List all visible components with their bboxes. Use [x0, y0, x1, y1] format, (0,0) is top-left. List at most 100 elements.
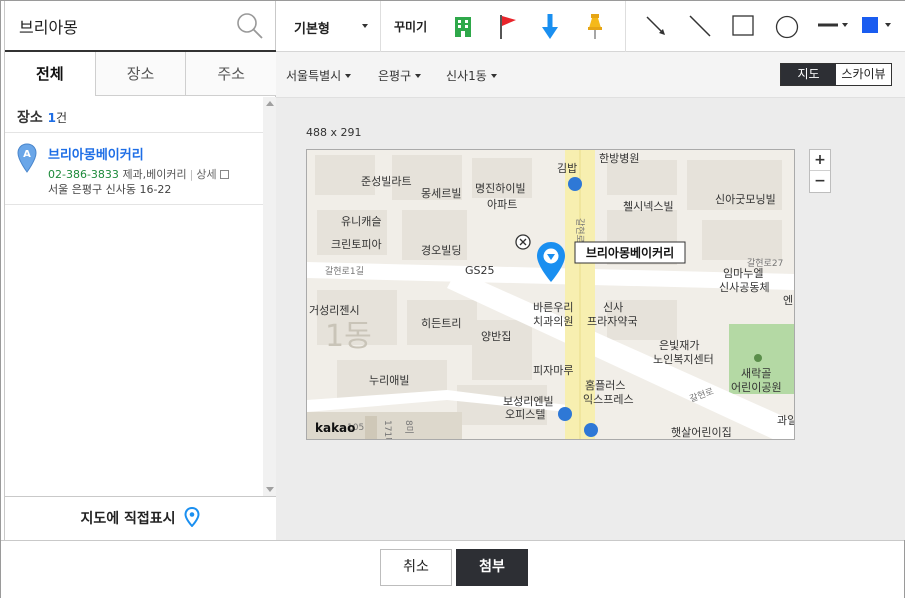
map-label: 오피스텔: [505, 408, 545, 421]
place-label: 브리아몽베이커리: [586, 245, 674, 260]
map-type-skyview[interactable]: 스카이뷰: [836, 64, 891, 85]
map-label: 피자마루: [533, 364, 573, 377]
scroll-down-arrow-icon[interactable]: [266, 487, 274, 492]
map-label: 아파트: [487, 198, 517, 211]
bus-stop-icon: [558, 407, 572, 421]
map-type-toggle: 지도 스카이뷰: [780, 63, 892, 86]
map-label: 누리애빌: [369, 374, 409, 387]
chevron-down-icon: [345, 74, 352, 78]
place-address: 서울 은평구 신사동 16-22: [48, 183, 172, 196]
map-label: 신사: [603, 301, 623, 314]
zoom-in-button[interactable]: +: [810, 150, 830, 171]
map-label: 과일: [777, 413, 795, 427]
place-count-label: 장소: [17, 110, 43, 126]
direct-mark-label: 지도에 직접표시: [80, 511, 176, 527]
external-link-icon[interactable]: [219, 170, 229, 179]
map-label: 김밥: [557, 162, 577, 175]
breadcrumb-district-label: 은평구: [378, 69, 412, 83]
map-label: 몽세르빌: [421, 187, 461, 200]
tab-all[interactable]: 전체: [5, 52, 95, 96]
map-label: 홈플러스: [585, 378, 625, 392]
map-label: 신사공동체: [719, 281, 770, 294]
breadcrumb-district[interactable]: 은평구: [378, 67, 422, 84]
chevron-down-icon[interactable]: [842, 23, 848, 27]
map-canvas[interactable]: 한방병원 김밥 준성빌라트 몽세르빌 명진하이빌 아파트 첼시넥스빌 신아굿모닝…: [306, 149, 795, 440]
map-label: 171미: [382, 420, 393, 440]
building-marker-icon[interactable]: [448, 11, 478, 41]
divider: [625, 1, 626, 52]
breadcrumb-city-label: 서울특별시: [286, 69, 342, 83]
pushpin-marker-icon[interactable]: [580, 11, 610, 41]
zoom-out-button[interactable]: −: [810, 171, 830, 192]
road-label: 갈현로27: [747, 258, 783, 269]
chevron-down-icon[interactable]: [885, 23, 891, 27]
map-type-map[interactable]: 지도: [781, 64, 836, 85]
arrow-line-icon[interactable]: [641, 11, 671, 41]
rectangle-icon[interactable]: [728, 11, 758, 41]
park-icon: [754, 354, 762, 362]
kakao-logo: kakao: [315, 421, 355, 435]
map-label: 거성리젠시: [309, 304, 360, 317]
map-label: 1동: [325, 319, 372, 354]
cancel-button[interactable]: 취소: [380, 549, 452, 586]
attach-button[interactable]: 첨부: [456, 549, 528, 586]
map-label: 유니캐슬: [341, 215, 381, 228]
map-label: 첼시넥스빌: [623, 200, 674, 213]
map-label: 크린토피아: [331, 238, 382, 251]
map-style-select[interactable]: 기본형: [294, 18, 330, 37]
place-detail-link[interactable]: 상세: [196, 168, 216, 181]
flag-marker-icon[interactable]: [492, 11, 522, 41]
map-label: 바른우리: [533, 301, 573, 314]
color-picker-icon[interactable]: [858, 11, 888, 41]
chevron-down-icon[interactable]: [362, 24, 368, 28]
search-input[interactable]: [19, 14, 219, 38]
search-icon[interactable]: [235, 11, 265, 41]
breadcrumb-dong-label: 신사1동: [446, 69, 487, 83]
map-label: 경오빌딩: [421, 244, 461, 257]
list-item[interactable]: A 브리아몽베이커리 02-386-3833 제과,베이커리 | 상세 서울 은평구…: [5, 133, 263, 205]
map-attach-dialog: 전체 장소 주소 장소 1건 A 브리아몽베이커리 02-386-3833 제과…: [0, 0, 905, 598]
tab-address[interactable]: 주소: [185, 52, 277, 96]
map-label: 보성리엔빌: [503, 395, 554, 408]
bus-stop-icon: [584, 423, 598, 437]
map-label: 어린이공원: [731, 381, 782, 394]
decorate-label: 꾸미기: [394, 20, 428, 34]
map-size-label: 488 x 291: [306, 126, 362, 139]
map-label: GS25: [465, 264, 495, 277]
breadcrumb: 서울특별시 은평구 신사1동 지도 스카이뷰: [276, 52, 905, 98]
zoom-control: + −: [809, 149, 831, 193]
chevron-down-icon: [415, 74, 422, 78]
map-workspace: 488 x 291 한방병원 김밥 준성빌라트 몽세르빌 명진하이빌 아파트 첼…: [276, 98, 905, 540]
bus-stop-icon: [568, 177, 582, 191]
place-name-link[interactable]: 브리아몽베이커리: [48, 144, 144, 163]
breadcrumb-dong[interactable]: 신사1동: [446, 67, 497, 84]
map-label: 새락골: [741, 367, 771, 380]
map-image: 한방병원 김밥 준성빌라트 몽세르빌 명진하이빌 아파트 첼시넥스빌 신아굿모닝…: [307, 150, 795, 440]
scroll-up-arrow-icon[interactable]: [266, 101, 274, 106]
place-marker-icon: A: [17, 143, 37, 173]
map-label: 프라자약국: [587, 314, 638, 328]
tab-places[interactable]: 장소: [94, 52, 186, 96]
road-label: 갈현로: [574, 218, 585, 243]
map-label: 신아굿모닝빌: [715, 193, 776, 206]
place-phone: 02-386-3833: [48, 168, 119, 181]
place-count: 장소 1건: [17, 107, 67, 127]
map-pin-icon: [184, 507, 200, 527]
line-icon[interactable]: [685, 11, 715, 41]
map-label: 히든트리: [421, 316, 461, 330]
place-count-unit: 건: [56, 111, 68, 125]
meta-divider: |: [189, 168, 194, 181]
arrow-down-marker-icon[interactable]: [535, 11, 565, 41]
direct-mark-button[interactable]: 지도에 직접표시: [5, 496, 276, 540]
circle-icon[interactable]: [772, 11, 802, 41]
results-scrollbar[interactable]: [263, 97, 276, 496]
map-label: 익스프레스: [583, 393, 634, 406]
breadcrumb-city[interactable]: 서울특별시: [286, 67, 352, 84]
place-count-number: 1: [47, 111, 56, 125]
search-tabs: 전체 장소 주소: [5, 52, 277, 96]
map-label: 준성빌라트: [361, 175, 412, 188]
search-bar: [5, 1, 276, 52]
map-label: 명진하이빌: [475, 181, 526, 195]
map-toolbar: 기본형 꾸미기: [276, 1, 905, 52]
place-meta: 02-386-3833 제과,베이커리 | 상세: [48, 166, 229, 182]
